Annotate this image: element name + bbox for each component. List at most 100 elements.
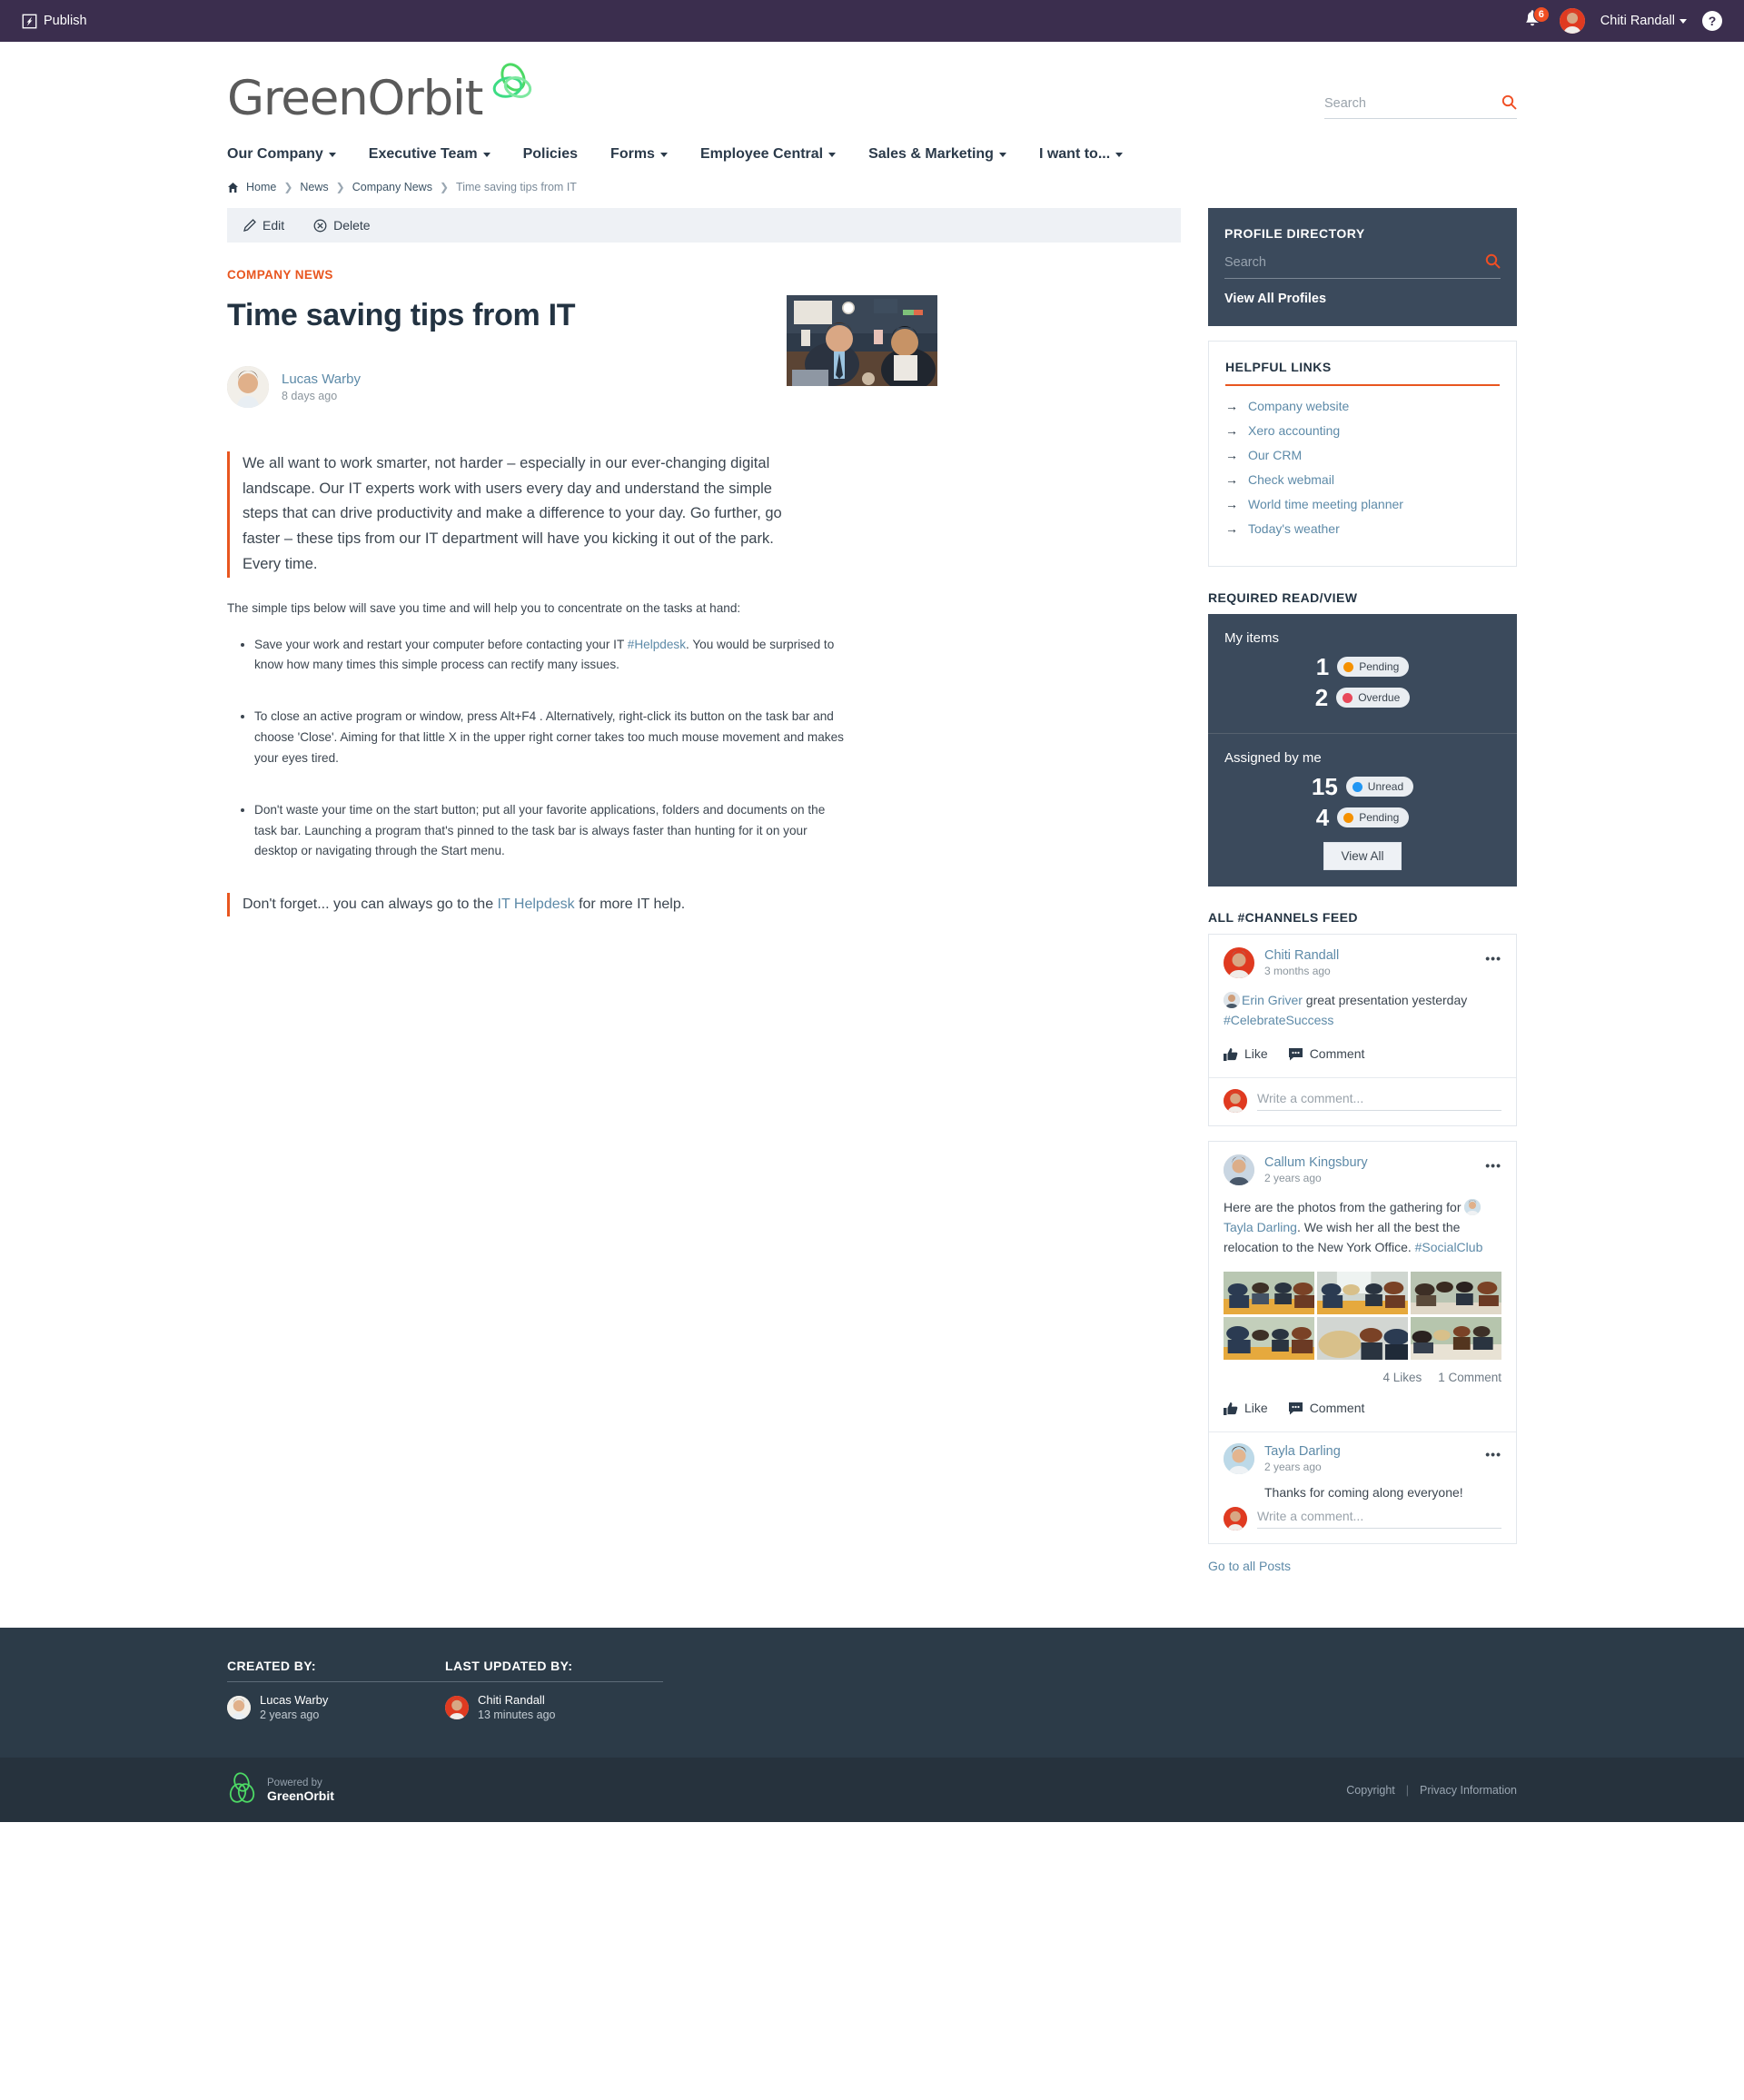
helpful-link-xero-accounting[interactable]: Xero accounting	[1248, 423, 1340, 438]
likes-count[interactable]: 4 Likes	[1382, 1371, 1422, 1384]
feed-photo[interactable]	[1224, 1272, 1314, 1315]
hashtag-link[interactable]: #SocialClub	[1415, 1240, 1483, 1254]
nav-label: Forms	[610, 146, 655, 162]
comment-input[interactable]	[1257, 1509, 1501, 1530]
author-name-link[interactable]: Lucas Warby	[282, 371, 361, 387]
view-all-profiles-link[interactable]: View All Profiles	[1224, 292, 1501, 306]
profile-search-input[interactable]	[1224, 255, 1485, 270]
like-button[interactable]: Like	[1224, 1401, 1268, 1415]
nav-label: Sales & Marketing	[868, 146, 994, 162]
feed-reply-author-link[interactable]: Tayla Darling	[1264, 1444, 1341, 1459]
like-button[interactable]: Like	[1224, 1046, 1268, 1061]
feed-engagement-counts: 4 Likes 1 Comment	[1224, 1371, 1501, 1384]
avatar[interactable]	[1559, 8, 1585, 34]
nav-item-our-company[interactable]: Our Company	[227, 146, 336, 163]
search-icon[interactable]	[1501, 94, 1517, 113]
hashtag-link[interactable]: #CelebrateSuccess	[1224, 1013, 1333, 1027]
helpful-link-company-website[interactable]: Company website	[1248, 399, 1349, 413]
avatar-image	[1224, 1443, 1254, 1475]
it-helpdesk-link[interactable]: IT Helpdesk	[498, 896, 575, 912]
comments-count[interactable]: 1 Comment	[1438, 1371, 1501, 1384]
nav-item-executive-team[interactable]: Executive Team	[369, 146, 490, 163]
nav-item-policies[interactable]: Policies	[523, 146, 578, 163]
view-all-button[interactable]: View All	[1323, 842, 1402, 870]
feed-photo[interactable]	[1224, 1317, 1314, 1361]
status-row[interactable]: 2 Overdue	[1224, 686, 1501, 709]
publish-icon	[22, 14, 37, 28]
feed-text-before-mention: Here are the photos from the gathering f…	[1224, 1200, 1465, 1215]
list-item[interactable]: → Today's weather	[1225, 521, 1500, 536]
search-input[interactable]	[1324, 96, 1501, 111]
mention-link[interactable]: Tayla Darling	[1224, 1220, 1297, 1234]
list-item[interactable]: → Our CRM	[1225, 448, 1500, 462]
feed-author-link[interactable]: Callum Kingsbury	[1264, 1155, 1368, 1170]
list-item[interactable]: → World time meeting planner	[1225, 497, 1500, 511]
avatar[interactable]	[445, 1695, 469, 1719]
last-updated-time: 13 minutes ago	[478, 1709, 556, 1722]
privacy-information-link[interactable]: Privacy Information	[1420, 1784, 1517, 1797]
go-to-all-posts-link[interactable]: Go to all Posts	[1208, 1559, 1517, 1573]
profile-directory-search[interactable]	[1224, 253, 1501, 279]
status-row[interactable]: 4 Pending	[1224, 806, 1501, 829]
publish-button[interactable]: Publish	[22, 14, 87, 29]
avatar-image	[1224, 947, 1254, 978]
helpful-link-our-crm[interactable]: Our CRM	[1248, 448, 1302, 462]
nav-item-i-want-to[interactable]: I want to...	[1039, 146, 1124, 163]
more-options-icon[interactable]: •••	[1485, 951, 1501, 966]
feed-photo[interactable]	[1317, 1317, 1408, 1361]
site-logo[interactable]: GreenOrbit	[227, 63, 537, 123]
nav-label: Our Company	[227, 146, 323, 162]
list-item[interactable]: → Company website	[1225, 399, 1500, 413]
delete-button[interactable]: Delete	[313, 218, 371, 233]
status-row[interactable]: 1 Pending	[1224, 655, 1501, 679]
list-item[interactable]: → Xero accounting	[1225, 423, 1500, 438]
comment-button[interactable]: Comment	[1288, 1046, 1364, 1061]
list-item[interactable]: → Check webmail	[1225, 472, 1500, 487]
feed-photo[interactable]	[1411, 1317, 1501, 1361]
closing-text-after: for more IT help.	[574, 896, 686, 913]
helpful-link-check-webmail[interactable]: Check webmail	[1248, 472, 1334, 487]
article-closing: Don't forget... you can always go to the…	[227, 893, 808, 916]
feed-photo[interactable]	[1317, 1272, 1408, 1315]
content-wrapper: GreenOrbit Search Our Company Executive …	[227, 42, 1517, 1628]
comment-input[interactable]	[1257, 1091, 1501, 1112]
more-options-icon[interactable]: •••	[1485, 1158, 1501, 1173]
breadcrumb-item-company-news[interactable]: Company News	[352, 181, 432, 193]
feed-author-link[interactable]: Chiti Randall	[1264, 948, 1339, 963]
mention-link[interactable]: Erin Griver	[1242, 993, 1303, 1007]
chevron-down-icon	[998, 152, 1006, 157]
nav-item-sales-marketing[interactable]: Sales & Marketing	[868, 146, 1006, 163]
comment-label: Comment	[1309, 1401, 1365, 1416]
status-row[interactable]: 15 Unread	[1224, 775, 1501, 798]
site-search[interactable]	[1324, 94, 1517, 119]
nav-item-forms[interactable]: Forms	[610, 146, 668, 163]
copyright-link[interactable]: Copyright	[1346, 1784, 1395, 1797]
required-read-section-label: REQUIRED READ/VIEW	[1208, 590, 1358, 605]
comment-button[interactable]: Comment	[1288, 1401, 1365, 1416]
helpful-link-todays-weather[interactable]: Today's weather	[1248, 521, 1340, 536]
user-menu-button[interactable]: Chiti Randall	[1600, 14, 1687, 28]
home-icon[interactable]	[227, 182, 239, 193]
feed-photo[interactable]	[1411, 1272, 1501, 1315]
avatar[interactable]	[1224, 1443, 1254, 1475]
nav-label: Employee Central	[699, 146, 824, 162]
search-icon[interactable]	[1485, 253, 1501, 272]
breadcrumb-item-news[interactable]: News	[300, 181, 328, 193]
avatar[interactable]	[1224, 947, 1254, 978]
avatar[interactable]	[1224, 1154, 1254, 1186]
helpdesk-hashtag-link[interactable]: #Helpdesk	[628, 638, 686, 651]
nav-item-employee-central[interactable]: Employee Central	[699, 146, 837, 163]
avatar-image	[1224, 1089, 1247, 1114]
edit-button[interactable]: Edit	[243, 218, 284, 233]
status-count: 2	[1314, 684, 1329, 711]
more-options-icon[interactable]: •••	[1485, 1447, 1501, 1461]
avatar[interactable]	[227, 1695, 251, 1719]
breadcrumb-item-home[interactable]: Home	[246, 181, 276, 193]
notifications-button[interactable]: 6	[1522, 6, 1550, 33]
help-button[interactable]: ?	[1702, 11, 1722, 31]
author-timestamp: 8 days ago	[282, 390, 338, 402]
list-item: To close an active program or window, pr…	[254, 707, 845, 768]
helpful-link-world-time-meeting-planner[interactable]: World time meeting planner	[1248, 497, 1403, 511]
avatar[interactable]	[227, 366, 269, 408]
status-badge: Pending	[1337, 807, 1410, 827]
